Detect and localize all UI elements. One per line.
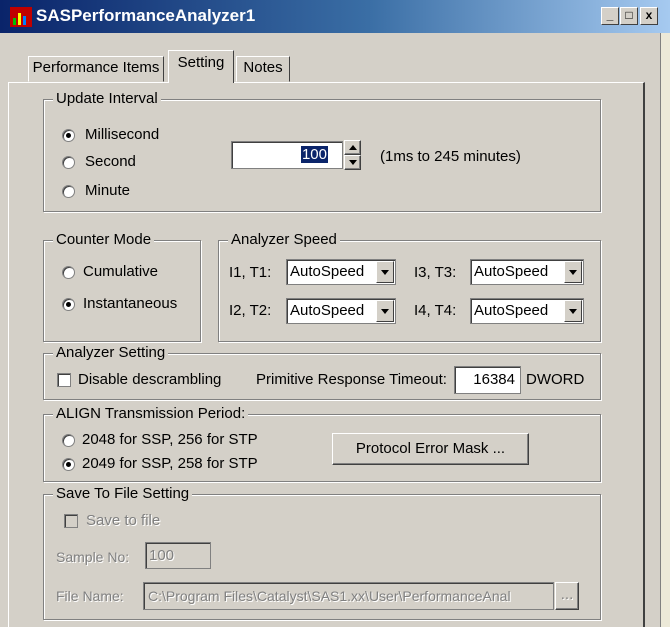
spin-up-icon	[349, 145, 357, 150]
analyzer-speed-legend: Analyzer Speed	[228, 231, 340, 248]
analyzer-speed-group	[218, 240, 601, 342]
disable-descrambling-label[interactable]: Disable descrambling	[78, 371, 221, 388]
i4-t4-speed-value: AutoSpeed	[474, 302, 549, 319]
spin-up-button[interactable]	[344, 140, 361, 155]
millisecond-radio[interactable]	[62, 129, 75, 142]
counter-mode-legend: Counter Mode	[53, 231, 155, 248]
align-period-legend: ALIGN Transmission Period:	[53, 405, 249, 422]
chevron-down-icon[interactable]	[376, 261, 394, 283]
chevron-down-icon[interactable]	[376, 300, 394, 322]
second-radio[interactable]	[62, 156, 75, 169]
sample-no-value: 100	[149, 547, 175, 564]
i4-t4-speed-select[interactable]: AutoSpeed	[470, 298, 584, 324]
i2-t2-label: I2, T2:	[229, 302, 272, 319]
spin-down-icon	[349, 160, 357, 165]
i4-t4-label: I4, T4:	[414, 302, 457, 319]
save-to-file-label[interactable]: Save to file	[86, 512, 160, 529]
i1-t1-speed-select[interactable]: AutoSpeed	[286, 259, 396, 285]
timeout-value: 16384	[473, 371, 515, 388]
browse-button[interactable]: ...	[555, 582, 579, 610]
maximize-button[interactable]: □	[620, 7, 638, 25]
align-2048-radio[interactable]	[62, 434, 75, 447]
i3-t3-speed-value: AutoSpeed	[474, 263, 549, 280]
analyzer-setting-legend: Analyzer Setting	[53, 344, 169, 361]
second-label[interactable]: Second	[85, 153, 136, 170]
tab-performance-items[interactable]: Performance Items	[28, 56, 164, 82]
tab-notes[interactable]: Notes	[236, 56, 290, 82]
file-name-label: File Name:	[56, 588, 124, 604]
app-icon	[10, 7, 32, 27]
timeout-input[interactable]: 16384	[454, 366, 521, 394]
protocol-error-mask-button[interactable]: Protocol Error Mask ...	[332, 433, 529, 465]
save-to-file-legend: Save To File Setting	[53, 485, 193, 502]
minute-label[interactable]: Minute	[85, 182, 130, 199]
spin-down-button[interactable]	[344, 155, 361, 170]
align-2048-label[interactable]: 2048 for SSP, 256 for STP	[82, 431, 258, 448]
counter-mode-group	[43, 240, 201, 342]
interval-input[interactable]: 100	[231, 141, 343, 169]
title-bar: SASPerformanceAnalyzer1 _ □ x	[0, 0, 670, 33]
chevron-down-icon[interactable]	[564, 261, 582, 283]
minimize-button[interactable]: _	[601, 7, 619, 25]
save-to-file-checkbox[interactable]	[64, 514, 78, 528]
align-2049-label[interactable]: 2049 for SSP, 258 for STP	[82, 455, 258, 472]
instantaneous-label[interactable]: Instantaneous	[83, 295, 177, 312]
i3-t3-label: I3, T3:	[414, 264, 457, 281]
i2-t2-speed-select[interactable]: AutoSpeed	[286, 298, 396, 324]
update-interval-legend: Update Interval	[53, 90, 161, 107]
chevron-down-icon[interactable]	[564, 300, 582, 322]
disable-descrambling-checkbox[interactable]	[57, 373, 71, 387]
i3-t3-speed-select[interactable]: AutoSpeed	[470, 259, 584, 285]
sample-no-input[interactable]: 100	[145, 542, 211, 569]
interval-range-hint: (1ms to 245 minutes)	[380, 148, 521, 165]
window-title: SASPerformanceAnalyzer1	[36, 6, 256, 25]
i1-t1-label: I1, T1:	[229, 264, 272, 281]
interval-value: 100	[300, 146, 328, 163]
cumulative-radio[interactable]	[62, 266, 75, 279]
tab-setting[interactable]: Setting	[168, 50, 234, 83]
timeout-label: Primitive Response Timeout:	[256, 371, 447, 388]
sample-no-label: Sample No:	[56, 549, 130, 565]
file-name-value: C:\Program Files\Catalyst\SAS1.xx\User\P…	[148, 588, 511, 604]
cumulative-label[interactable]: Cumulative	[83, 263, 158, 280]
close-button[interactable]: x	[640, 7, 658, 25]
minute-radio[interactable]	[62, 185, 75, 198]
file-name-input[interactable]: C:\Program Files\Catalyst\SAS1.xx\User\P…	[143, 582, 554, 610]
align-2049-radio[interactable]	[62, 458, 75, 471]
window-edge	[660, 33, 670, 627]
i1-t1-speed-value: AutoSpeed	[290, 263, 365, 280]
millisecond-label[interactable]: Millisecond	[85, 126, 159, 143]
instantaneous-radio[interactable]	[62, 298, 75, 311]
timeout-unit: DWORD	[526, 371, 585, 388]
i2-t2-speed-value: AutoSpeed	[290, 302, 365, 319]
